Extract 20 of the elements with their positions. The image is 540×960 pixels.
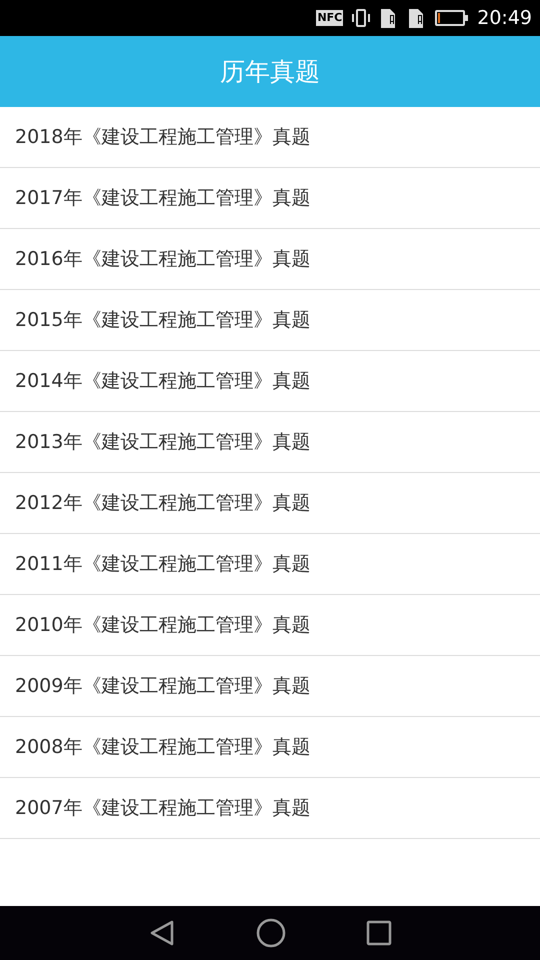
exam-list-item[interactable]: 2012年《建设工程施工管理》真题: [0, 473, 540, 534]
page-title: 历年真题: [220, 56, 320, 88]
exam-list-item[interactable]: 2015年《建设工程施工管理》真题: [0, 290, 540, 351]
recent-apps-icon[interactable]: [366, 920, 392, 946]
exam-list-item[interactable]: 2010年《建设工程施工管理》真题: [0, 595, 540, 656]
nfc-icon: NFC: [316, 10, 344, 26]
battery-icon: [435, 9, 470, 27]
exam-list-item[interactable]: 2017年《建设工程施工管理》真题: [0, 168, 540, 229]
exam-list-item[interactable]: 2011年《建设工程施工管理》真题: [0, 534, 540, 595]
exam-list-item[interactable]: 2009年《建设工程施工管理》真题: [0, 656, 540, 717]
exam-list-item[interactable]: 2007年《建设工程施工管理》真题: [0, 778, 540, 839]
exam-list-item[interactable]: 2008年《建设工程施工管理》真题: [0, 717, 540, 778]
exam-list-item[interactable]: 2016年《建设工程施工管理》真题: [0, 229, 540, 290]
home-icon[interactable]: [256, 918, 286, 948]
exam-list-item[interactable]: 2018年《建设工程施工管理》真题: [0, 107, 540, 168]
vibrate-icon: [351, 8, 372, 28]
clock-time: 20:49: [477, 6, 532, 31]
exam-list-item[interactable]: 2013年《建设工程施工管理》真题: [0, 412, 540, 473]
exam-list-item[interactable]: 2014年《建设工程施工管理》真题: [0, 351, 540, 412]
back-icon[interactable]: [148, 919, 176, 947]
